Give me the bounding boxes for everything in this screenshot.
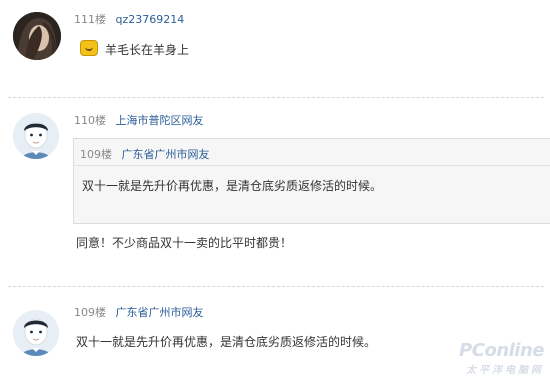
floor-number: 110楼: [74, 114, 106, 127]
comment-meta: 110楼 上海市普陀区网友: [74, 112, 204, 128]
comment-meta: 111楼 qz23769214: [74, 11, 184, 27]
quote-divider: [74, 165, 550, 166]
comment-text: 同意！不少商品双十一卖的比平时都贵！: [76, 236, 293, 250]
user-avatar[interactable]: [13, 12, 61, 60]
user-avatar[interactable]: [13, 113, 59, 159]
comment-divider: [8, 286, 544, 287]
floor-number: 109楼: [74, 306, 106, 319]
quote-username-link[interactable]: 广东省广州市网友: [122, 148, 210, 161]
username-link[interactable]: 广东省广州市网友: [116, 306, 204, 319]
comment-text: 羊毛长在羊身上: [105, 43, 190, 57]
comment-111: 111楼 qz23769214 羊毛长在羊身上: [0, 0, 550, 96]
comment-text: 双十一就是先升价再优惠，是清仓底劣质返修活的时候。: [76, 335, 377, 349]
quoted-comment: 109楼 广东省广州市网友 双十一就是先升价再优惠，是清仓底劣质返修活的时候。: [73, 138, 550, 224]
comment-divider: [8, 97, 544, 98]
default-user-avatar-icon: [13, 113, 59, 159]
quote-text: 双十一就是先升价再优惠，是清仓底劣质返修活的时候。: [82, 179, 383, 193]
watermark-subtitle: 太平洋电脑网: [466, 365, 544, 376]
username-link[interactable]: 上海市普陀区网友: [116, 114, 204, 127]
floor-number: 111楼: [74, 13, 106, 26]
user-avatar[interactable]: [13, 310, 59, 356]
comment-meta: 109楼 广东省广州市网友: [74, 304, 204, 320]
default-user-avatar-icon: [13, 310, 59, 356]
pconline-watermark: PConline 太平洋电脑网: [459, 340, 544, 376]
username-link[interactable]: qz23769214: [116, 13, 185, 26]
quote-meta: 109楼 广东省广州市网友: [80, 146, 210, 162]
grin-emoji-icon: [80, 40, 98, 56]
watermark-logo-text: PConline: [459, 340, 544, 361]
girl-photo-avatar-icon: [13, 12, 61, 60]
quote-floor-number: 109楼: [80, 148, 112, 161]
